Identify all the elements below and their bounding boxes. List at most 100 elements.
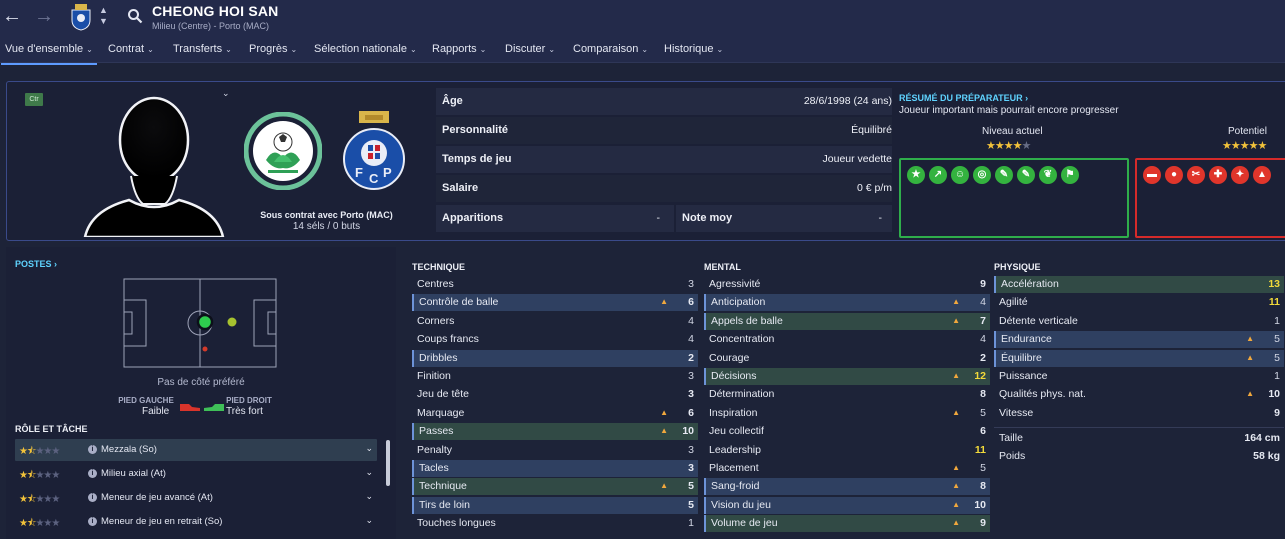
boots-icon[interactable]: ❦	[1039, 166, 1057, 184]
attribute-row[interactable]: Centres 3	[412, 276, 698, 293]
positions-link[interactable]: POSTES ›	[15, 259, 57, 269]
attribute-row[interactable]: Finition 3	[412, 368, 698, 385]
attribute-row[interactable]: Technique ▲ 5	[412, 478, 698, 496]
attribute-name: Corners	[417, 314, 455, 327]
tab-history[interactable]: Historique ⌄	[664, 43, 723, 55]
back-arrow-icon[interactable]: ←	[2, 6, 22, 26]
attribute-row[interactable]: Agressivité 9	[704, 276, 990, 293]
attribute-row[interactable]: Inspiration ▲ 5	[704, 405, 990, 422]
attribute-value: 11	[974, 443, 986, 456]
attribute-row[interactable]: Leadership 11	[704, 442, 990, 459]
attribute-value: 9	[980, 517, 986, 530]
info-icon[interactable]: i	[88, 493, 97, 502]
attribute-name: Qualités phys. nat.	[999, 388, 1086, 401]
tab-reports[interactable]: Rapports ⌄	[432, 43, 486, 55]
attribute-row[interactable]: Équilibre ▲ 5	[994, 349, 1284, 367]
attribute-row[interactable]: Sang-froid ▲ 8	[704, 478, 990, 496]
coach-summary-link[interactable]: RÉSUMÉ DU PRÉPARATEUR ›	[899, 93, 1028, 103]
scissors-icon[interactable]: ✂	[1187, 166, 1205, 184]
chevron-down-icon[interactable]: ⌄	[365, 491, 373, 502]
attribute-row[interactable]: Contrôle de balle ▲ 6	[412, 294, 698, 312]
attribute-row[interactable]: Agilité 11	[994, 294, 1284, 311]
tab-contract[interactable]: Contrat ⌄	[108, 43, 154, 55]
attribute-name: Détente verticale	[999, 314, 1078, 327]
attribute-row[interactable]: Marquage ▲ 6	[412, 405, 698, 422]
target-icon[interactable]: ◎	[973, 166, 991, 184]
cone-icon[interactable]: ▲	[1253, 166, 1271, 184]
attribute-value: 4	[980, 333, 986, 346]
tab-progress[interactable]: Progrès ⌄	[249, 43, 297, 55]
search-icon[interactable]	[127, 8, 143, 24]
attribute-row[interactable]: Touches longues 1	[412, 515, 698, 532]
forward-arrow-icon[interactable]: →	[34, 6, 54, 26]
role-row[interactable]: ★⯪★★★ i Meneur de jeu en retrait (So) ⌄	[15, 511, 377, 533]
attribute-row[interactable]: Jeu de tête 3	[412, 386, 698, 403]
attribute-row[interactable]: Accélération 13	[994, 276, 1284, 293]
position-dot-minor	[202, 346, 208, 352]
info-icon[interactable]: i	[88, 517, 97, 526]
attribute-row[interactable]: Qualités phys. nat. ▲ 10	[994, 386, 1284, 403]
attribute-row[interactable]: Détermination 8	[704, 386, 990, 403]
dumbbell-icon[interactable]: ▬	[1143, 166, 1161, 184]
chevron-down-icon[interactable]: ⌄	[365, 467, 373, 478]
chevron-down-icon[interactable]: ⌄	[365, 443, 373, 454]
info-icon[interactable]: i	[88, 445, 97, 454]
attribute-row[interactable]: Dribbles 2	[412, 349, 698, 367]
attribute-row[interactable]: Puissance 1	[994, 368, 1284, 385]
attribute-row[interactable]: Penalty 3	[412, 442, 698, 459]
attribute-row[interactable]: Tirs de loin 5	[412, 496, 698, 514]
role-row[interactable]: ★⯪★★★ i Milieu axial (At) ⌄	[15, 463, 377, 485]
chevron-down-icon[interactable]: ⌄	[365, 515, 373, 526]
trend-up-icon: ▲	[660, 481, 668, 491]
attribute-row[interactable]: Tacles 3	[412, 460, 698, 477]
info-icon[interactable]: i	[88, 469, 97, 478]
left-foot-label: PIED GAUCHE	[118, 396, 174, 405]
role-row[interactable]: ★⯪★★★ i Mezzala (So) ⌄	[15, 439, 377, 461]
attribute-name: Tacles	[419, 462, 449, 474]
flag-icon[interactable]: ⚑	[1061, 166, 1079, 184]
attribute-row[interactable]: Endurance ▲ 5	[994, 331, 1284, 349]
attribute-name: Endurance	[1001, 333, 1052, 346]
roles-scrollbar[interactable]	[386, 440, 390, 486]
attribute-row[interactable]: Corners 4	[412, 313, 698, 330]
attribute-row[interactable]: Volume de jeu ▲ 9	[704, 515, 990, 533]
porto-crest-icon[interactable]	[70, 4, 92, 31]
height-label: Taille	[999, 432, 1023, 444]
attribute-row[interactable]: Placement ▲ 5	[704, 460, 990, 477]
boot-icon[interactable]: ✎	[995, 166, 1013, 184]
attribute-row[interactable]: Appels de balle ▲ 7	[704, 312, 990, 330]
chevron-down-icon[interactable]: ⌄	[222, 88, 230, 99]
player-switch-arrows-icon[interactable]: ▲ ▼	[99, 5, 108, 27]
attribute-value: 8	[980, 480, 986, 493]
attribute-row[interactable]: Vitesse 9	[994, 405, 1284, 422]
role-row[interactable]: ★⯪★★★ i Meneur de jeu avancé (At) ⌄	[15, 487, 377, 509]
attribute-value: 10	[682, 425, 694, 438]
international-caps: 14 séls / 0 buts	[292, 221, 361, 232]
attribute-row[interactable]: Concentration 4	[704, 331, 990, 348]
svg-text:P: P	[383, 165, 392, 180]
attribute-row[interactable]: Détente verticale 1	[994, 313, 1284, 330]
player-silhouette	[83, 96, 225, 237]
attribute-row[interactable]: Coups francs 4	[412, 331, 698, 348]
tab-transfers[interactable]: Transferts ⌄	[173, 43, 232, 55]
trend-icon[interactable]: ↗	[929, 166, 947, 184]
cross-icon[interactable]: ✚	[1209, 166, 1227, 184]
attribute-row[interactable]: Vision du jeu ▲ 10	[704, 496, 990, 514]
tab-comparison[interactable]: Comparaison ⌄	[573, 43, 648, 55]
ball-icon[interactable]: ●	[1165, 166, 1183, 184]
attribute-row[interactable]: Anticipation ▲ 4	[704, 294, 990, 312]
height-value: 164 cm	[1244, 432, 1280, 444]
attribute-row[interactable]: Jeu collectif 6	[704, 423, 990, 440]
foot-icon[interactable]: ✦	[1231, 166, 1249, 184]
attribute-row[interactable]: Décisions ▲ 12	[704, 368, 990, 385]
head-icon[interactable]: ☺	[951, 166, 969, 184]
attribute-row[interactable]: Courage 2	[704, 350, 990, 367]
tab-overview[interactable]: Vue d'ensemble ⌄	[1, 43, 97, 65]
role-stars: ★⯪★★★	[19, 518, 60, 529]
tab-discuss[interactable]: Discuter ⌄	[505, 43, 555, 55]
boot-icon[interactable]: ✎	[1017, 166, 1035, 184]
info-row-appearances: Apparitions - Note moy -	[436, 205, 892, 232]
tab-national-selection[interactable]: Sélection nationale ⌄	[314, 43, 417, 55]
star-icon[interactable]: ★	[907, 166, 925, 184]
attribute-row[interactable]: Passes ▲ 10	[412, 423, 698, 441]
